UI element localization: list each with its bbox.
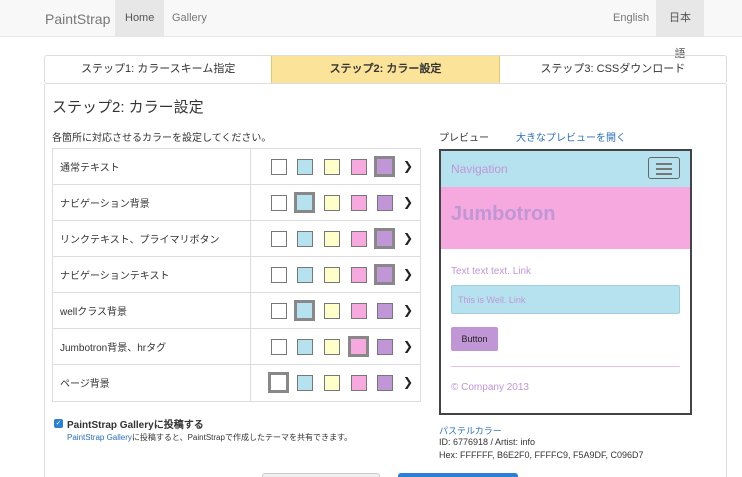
preview-jumbotron-text: Jumbotron	[451, 203, 556, 225]
color-swatch[interactable]	[324, 303, 340, 319]
gallery-link[interactable]: PaintStrap Gallery	[67, 433, 132, 442]
color-row-label: リンクテキスト、プライマリボタン	[53, 221, 251, 256]
color-swatch[interactable]	[297, 339, 313, 355]
chevron-right-icon[interactable]: ❯	[403, 195, 413, 209]
color-row: Jumbotron背景、hrタグ ❯	[53, 329, 420, 365]
swatch-group: ❯	[251, 221, 420, 256]
preview-jumbotron: Jumbotron	[441, 187, 690, 249]
color-swatch[interactable]	[374, 228, 395, 249]
back-button[interactable]	[262, 473, 380, 477]
color-row: 通常テキスト ❯	[53, 149, 420, 185]
color-swatch[interactable]	[351, 195, 367, 211]
color-swatch[interactable]	[374, 264, 395, 285]
color-row-label: ナビゲーション背景	[53, 185, 251, 220]
gallery-post-help: PaintStrap Galleryに投稿すると、PaintStrapで作成した…	[67, 433, 353, 442]
preview-well: This is Well. Link	[451, 285, 680, 314]
preview-button: Button	[451, 327, 498, 351]
color-swatch[interactable]	[351, 231, 367, 247]
nav-japanese[interactable]: 日本語	[656, 0, 704, 60]
preview-pane: Navigation Jumbotron Text text text. Lin…	[439, 149, 692, 415]
color-row: ナビゲーション背景 ❯	[53, 185, 420, 221]
swatch-group: ❯	[251, 149, 420, 184]
color-swatch[interactable]	[348, 336, 369, 357]
preview-footer: © Company 2013	[451, 382, 529, 393]
color-swatch[interactable]	[324, 231, 340, 247]
color-table: 通常テキスト ❯ ナビゲーション背景 ❯ リンクテキスト、プライマリボタン ❯ ナビゲーショ…	[52, 148, 421, 402]
color-swatch[interactable]	[294, 192, 315, 213]
swatch-group: ❯	[251, 329, 420, 364]
color-swatch[interactable]	[324, 267, 340, 283]
gallery-post-label[interactable]: PaintStrap Galleryに投稿する	[67, 416, 204, 431]
preview-text: Text text text. Link	[451, 266, 532, 277]
color-swatch[interactable]	[351, 267, 367, 283]
color-row-label: 通常テキスト	[53, 149, 251, 184]
color-swatch[interactable]	[374, 156, 395, 177]
color-row: wellクラス背景 ❯	[53, 293, 420, 329]
preview-navbar: Navigation	[441, 151, 690, 187]
color-swatch[interactable]	[297, 375, 313, 391]
swatch-group: ❯	[251, 257, 420, 292]
chevron-right-icon[interactable]: ❯	[403, 339, 413, 353]
tab-step1[interactable]: ステップ1: カラースキーム指定	[45, 56, 271, 83]
color-swatch[interactable]	[324, 375, 340, 391]
color-swatch[interactable]	[377, 303, 393, 319]
nav-english[interactable]: English	[603, 0, 659, 36]
instruction-text: 各箇所に対応させるカラーを設定してください。	[52, 133, 272, 144]
chevron-right-icon[interactable]: ❯	[403, 375, 413, 389]
color-swatch[interactable]	[324, 339, 340, 355]
tab-step2[interactable]: ステップ2: カラー設定	[271, 56, 500, 83]
color-row: ナビゲーションテキスト ❯	[53, 257, 420, 293]
color-swatch[interactable]	[351, 303, 367, 319]
color-row-label: Jumbotron背景、hrタグ	[53, 329, 251, 364]
hamburger-icon	[648, 157, 680, 179]
chevron-right-icon[interactable]: ❯	[403, 303, 413, 317]
tab-step3[interactable]: ステップ3: CSSダウンロード	[500, 56, 726, 83]
chevron-right-icon[interactable]: ❯	[403, 159, 413, 173]
color-swatch[interactable]	[297, 267, 313, 283]
color-swatch[interactable]	[351, 375, 367, 391]
color-swatch[interactable]	[351, 159, 367, 175]
chevron-right-icon[interactable]: ❯	[403, 231, 413, 245]
open-large-preview-link[interactable]: 大きなプレビューを開く	[516, 129, 626, 144]
color-swatch[interactable]	[271, 339, 287, 355]
chevron-right-icon[interactable]: ❯	[403, 267, 413, 281]
color-swatch[interactable]	[271, 231, 287, 247]
page-title: ステップ2: カラー設定	[52, 99, 204, 116]
scheme-name-link[interactable]: パステルカラー	[439, 424, 502, 437]
color-swatch[interactable]	[324, 195, 340, 211]
color-swatch[interactable]	[268, 372, 289, 393]
preview-nav-brand: Navigation	[451, 162, 508, 176]
color-swatch[interactable]	[324, 159, 340, 175]
color-swatch[interactable]	[294, 300, 315, 321]
color-swatch[interactable]	[271, 159, 287, 175]
preview-hr	[451, 366, 680, 367]
color-swatch[interactable]	[297, 231, 313, 247]
scheme-id: ID: 6776918 / Artist: info	[439, 437, 536, 447]
preview-label: プレビュー	[439, 133, 489, 144]
color-swatch[interactable]	[271, 267, 287, 283]
swatch-group: ❯	[251, 365, 420, 401]
top-navbar: PaintStrap Home Gallery English 日本語	[0, 0, 742, 60]
swatch-group: ❯	[251, 293, 420, 328]
nav-gallery[interactable]: Gallery	[162, 0, 217, 36]
color-swatch[interactable]	[377, 375, 393, 391]
color-swatch[interactable]	[377, 195, 393, 211]
color-row-label: wellクラス背景	[53, 293, 251, 328]
scheme-hex: Hex: FFFFFF, B6E2F0, FFFFC9, F5A9DF, C09…	[439, 450, 644, 460]
swatch-group: ❯	[251, 185, 420, 220]
color-row-label: ページ背景	[53, 365, 251, 401]
step-tabs: ステップ1: カラースキーム指定 ステップ2: カラー設定 ステップ3: CSS…	[44, 55, 727, 84]
color-row-label: ナビゲーションテキスト	[53, 257, 251, 292]
color-row: リンクテキスト、プライマリボタン ❯	[53, 221, 420, 257]
color-swatch[interactable]	[271, 303, 287, 319]
brand-logo[interactable]: PaintStrap	[45, 11, 110, 27]
gallery-post-checkbox[interactable]: ✓	[54, 419, 63, 428]
color-swatch[interactable]	[297, 159, 313, 175]
next-button[interactable]	[398, 473, 518, 477]
color-swatch[interactable]	[271, 195, 287, 211]
color-swatch[interactable]	[377, 339, 393, 355]
color-row: ページ背景 ❯	[53, 365, 420, 401]
nav-home[interactable]: Home	[115, 0, 165, 36]
